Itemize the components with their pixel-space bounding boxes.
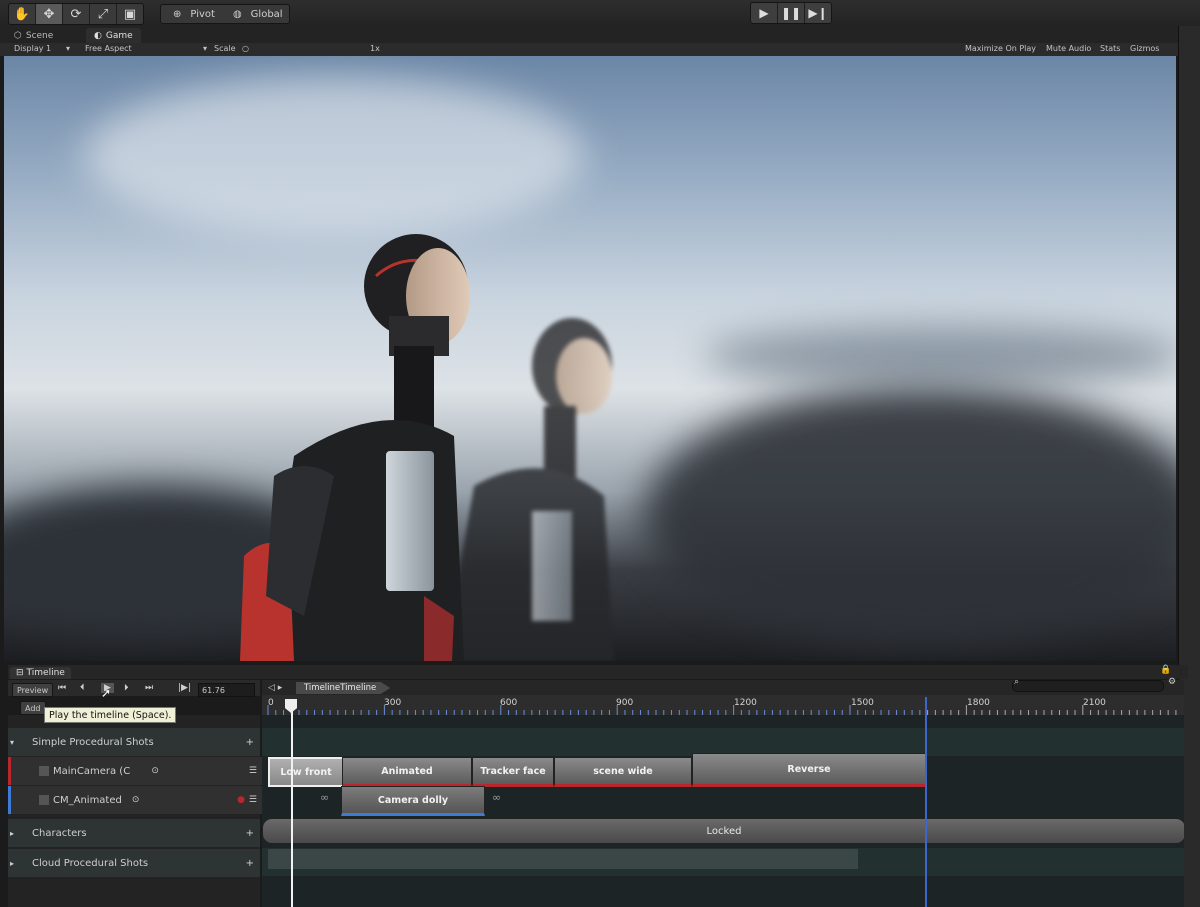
- ruler-ticks: [267, 705, 1177, 715]
- preview-button[interactable]: Preview: [12, 683, 54, 697]
- track-cm-animated[interactable]: CM_Animated ⊙ ● ☰: [8, 786, 263, 814]
- goto-start-icon[interactable]: ⏮: [58, 683, 66, 693]
- clip-area[interactable]: Low front Animated Tracker face scene wi…: [262, 715, 1184, 907]
- next-frame-icon[interactable]: ⏵: [124, 683, 129, 693]
- game-view[interactable]: [4, 56, 1176, 661]
- pause-button[interactable]: ❚❚: [778, 3, 805, 23]
- clip-reverse[interactable]: Reverse: [692, 753, 926, 787]
- track-group-simple-procedural-shots[interactable]: ▾ Simple Procedural Shots +: [8, 728, 260, 756]
- global-label: Global: [250, 8, 283, 20]
- track-group-label: Characters: [32, 827, 87, 839]
- aspect-dropdown[interactable]: Free Aspect: [85, 44, 132, 53]
- play-button[interactable]: ▶: [751, 3, 778, 23]
- tab-game-label: Game: [105, 30, 133, 41]
- clip-animated[interactable]: Animated: [342, 757, 472, 787]
- game-icon: ◐: [94, 30, 102, 41]
- time-field[interactable]: 61.76: [198, 683, 255, 697]
- pivot-toggle[interactable]: ⊕ Pivot: [161, 9, 221, 20]
- mute-audio-button[interactable]: Mute Audio: [1046, 44, 1091, 53]
- pivot-label: Pivot: [190, 8, 215, 20]
- collapse-icon[interactable]: ▸: [10, 829, 14, 838]
- collapse-icon[interactable]: ▸: [10, 859, 14, 868]
- clip-tracker-face[interactable]: Tracker face: [472, 757, 554, 787]
- scale-icon[interactable]: ⤢: [90, 4, 117, 24]
- target-icon[interactable]: ⊙: [132, 795, 237, 805]
- display-dropdown[interactable]: Display 1: [14, 44, 51, 53]
- scale-value: 1x: [370, 44, 380, 53]
- stats-button[interactable]: Stats: [1100, 44, 1120, 53]
- tab-scene[interactable]: ⬡ Scene: [6, 28, 61, 43]
- gizmos-dropdown[interactable]: Gizmos: [1130, 44, 1159, 53]
- tab-game[interactable]: ◐ Game: [86, 28, 141, 43]
- add-track-button[interactable]: Add: [20, 701, 46, 715]
- target-icon[interactable]: ⊙: [151, 766, 159, 776]
- track-group-label: Cloud Procedural Shots: [32, 857, 149, 869]
- pivot-global-toggle: ⊕ Pivot ◍ Global: [160, 4, 290, 24]
- track-label: MainCamera (C: [53, 765, 131, 777]
- add-icon[interactable]: +: [246, 828, 254, 839]
- infinity-icon: ∞: [320, 791, 330, 804]
- group-band: [262, 728, 1184, 756]
- rotate-icon[interactable]: ⟳: [63, 4, 90, 24]
- previous-frame-icon[interactable]: ⏴: [80, 683, 85, 693]
- clip-low-front[interactable]: Low front: [268, 757, 344, 787]
- clip-locked[interactable]: Locked: [262, 818, 1184, 844]
- playback-controls: ▶ ❚❚ ▶❙: [750, 2, 832, 24]
- clip-cloud-shots[interactable]: [268, 849, 858, 869]
- rect-icon[interactable]: ▣: [117, 4, 143, 24]
- lock-icon[interactable]: 🔒: [1160, 665, 1171, 675]
- timeline-icon: ⊟: [16, 668, 24, 678]
- expand-icon[interactable]: ▾: [10, 738, 14, 747]
- add-icon[interactable]: +: [246, 858, 254, 869]
- hand-icon[interactable]: ✋: [9, 4, 36, 24]
- chevron-down-icon: ▾: [66, 44, 71, 53]
- transform-tools: ✋ ✥ ⟳ ⤢ ▣: [8, 3, 144, 25]
- goto-end-icon[interactable]: ⏭: [145, 683, 153, 693]
- camera-track-icon: [39, 766, 49, 776]
- scene-icon: ⬡: [14, 30, 22, 41]
- tab-timeline[interactable]: ⊟ Timeline: [10, 667, 71, 679]
- track-group-cloud-procedural-shots[interactable]: ▸ Cloud Procedural Shots +: [8, 849, 260, 877]
- record-icon[interactable]: ●: [237, 795, 245, 805]
- global-toggle[interactable]: ◍ Global: [221, 9, 289, 20]
- scale-label: Scale: [214, 44, 236, 53]
- breadcrumb-nav-icon[interactable]: ◁ ▸: [268, 683, 282, 693]
- step-button[interactable]: ▶❙: [805, 3, 831, 23]
- gear-icon[interactable]: ⚙: [1168, 677, 1176, 687]
- robot-rear: [444, 318, 614, 661]
- globe-icon: ◍: [232, 8, 242, 20]
- play-tooltip: Play the timeline (Space).: [44, 707, 177, 723]
- playhead-line[interactable]: [291, 700, 293, 907]
- game-view-bar: Display 1 ▾ Free Aspect ▾ Scale ○ 1x Max…: [0, 43, 1178, 56]
- robot-front: [240, 234, 470, 661]
- track-main-camera[interactable]: MainCamera (C ⊙ ☰: [8, 757, 263, 785]
- maximize-on-play-button[interactable]: Maximize On Play: [965, 44, 1036, 53]
- track-menu-icon[interactable]: ☰: [249, 795, 257, 805]
- search-icon: ⌕: [1014, 677, 1020, 687]
- scale-slider-knob[interactable]: ○: [242, 44, 249, 53]
- tab-scene-label: Scene: [25, 30, 54, 41]
- track-label: CM_Animated: [53, 794, 122, 806]
- robot-figures: [240, 234, 614, 661]
- animation-track-icon: [39, 795, 49, 805]
- add-icon[interactable]: +: [246, 737, 254, 748]
- play-range-icon[interactable]: |▶|: [178, 683, 191, 693]
- clip-scene-wide[interactable]: scene wide: [554, 757, 692, 787]
- track-group-characters[interactable]: ▸ Characters +: [8, 819, 260, 847]
- chevron-down-icon: ▾: [203, 44, 208, 53]
- pivot-icon: ⊕: [173, 8, 182, 20]
- timeline-end-marker[interactable]: [925, 697, 927, 907]
- cursor-icon: ➚: [101, 686, 112, 700]
- infinity-icon: ∞: [492, 791, 502, 804]
- timeline-tab-label: Timeline: [26, 668, 65, 678]
- timeline-search-input[interactable]: [1012, 680, 1164, 692]
- track-menu-icon[interactable]: ☰: [249, 766, 257, 776]
- clip-camera-dolly[interactable]: Camera dolly: [341, 786, 485, 816]
- view-tabs: [0, 26, 1180, 43]
- move-icon[interactable]: ✥: [36, 4, 63, 24]
- track-group-label: Simple Procedural Shots: [32, 736, 154, 748]
- timeline-tabbar: [8, 665, 1188, 679]
- timeline-asset-breadcrumb[interactable]: TimelineTimeline: [296, 682, 391, 694]
